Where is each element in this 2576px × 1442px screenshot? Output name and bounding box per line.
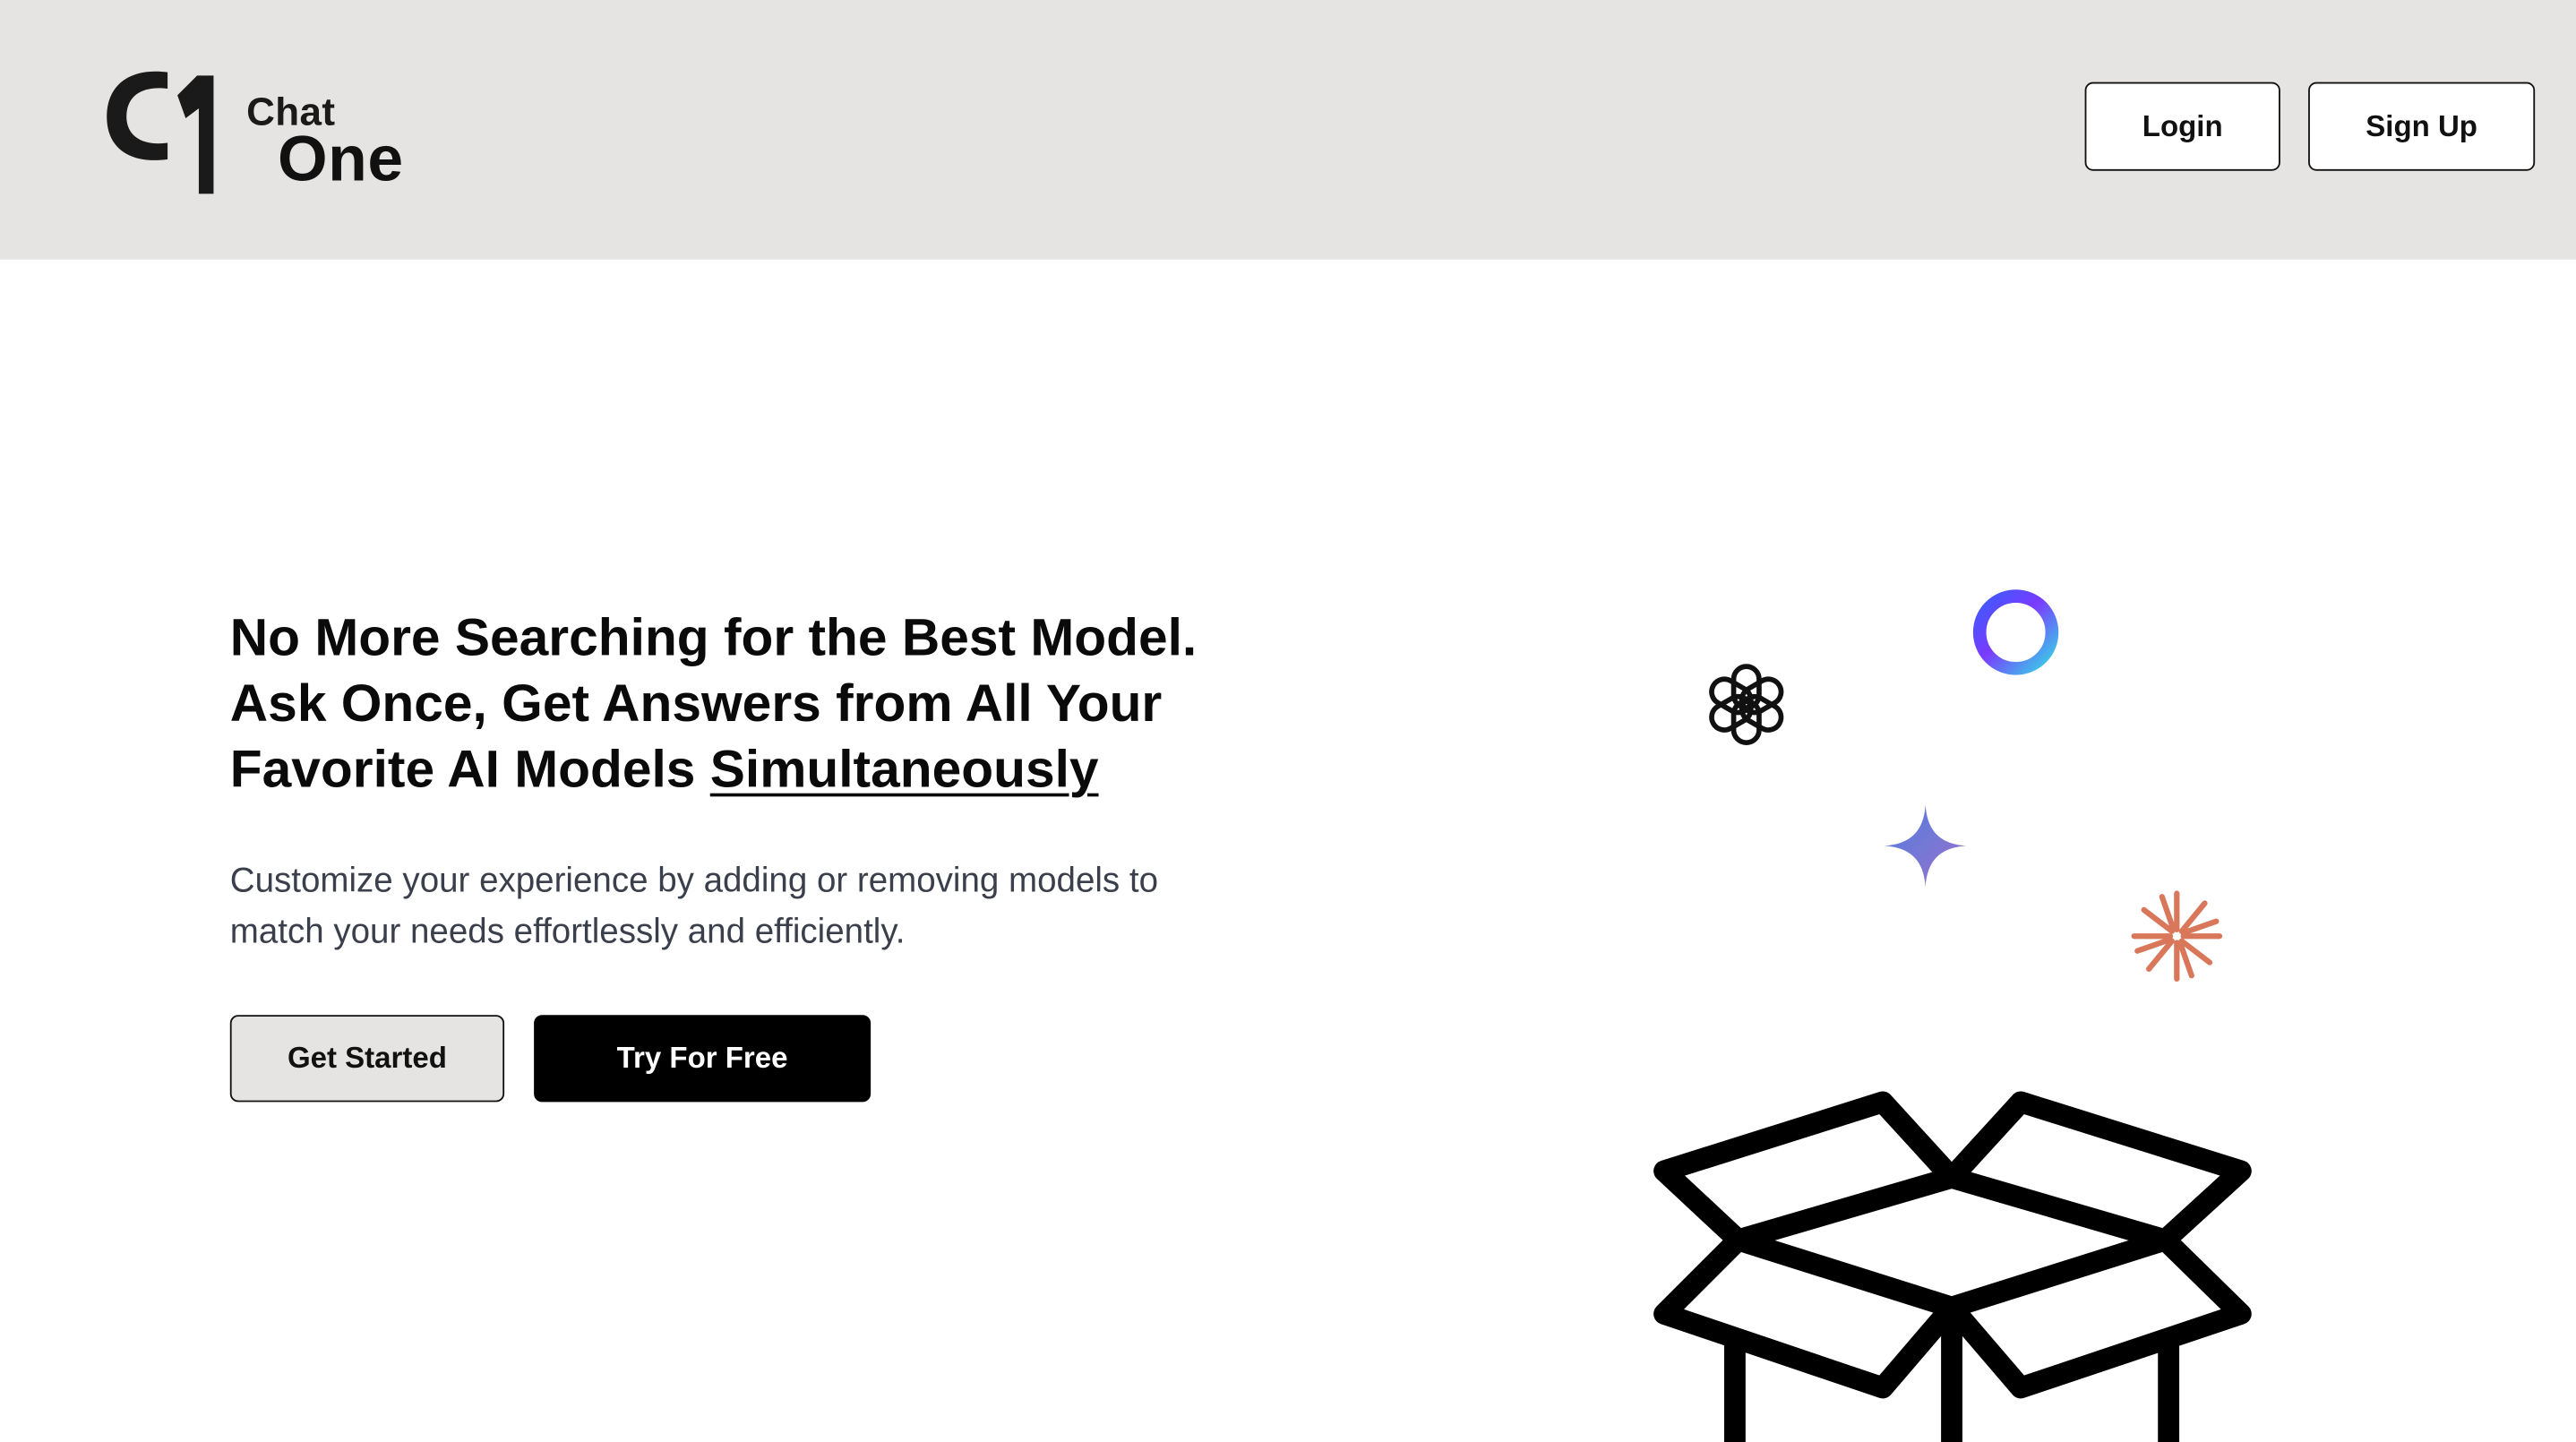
hero-title-line-3: Favorite AI Models Simultaneously	[230, 735, 1380, 801]
sparkle-icon	[1884, 804, 1967, 888]
asterisk-icon	[2131, 890, 2223, 983]
logo-mark-icon	[107, 71, 214, 194]
hero-subtitle: Customize your experience by adding or r…	[230, 855, 1347, 957]
hero-title: No More Searching for the Best Model. As…	[230, 605, 1380, 802]
try-for-free-button[interactable]: Try For Free	[534, 1015, 872, 1103]
hero-subtitle-line-1: Customize your experience by adding or r…	[229, 862, 1159, 900]
signup-button[interactable]: Sign Up	[2308, 82, 2536, 171]
hero-title-line-1: No More Searching for the Best Model.	[229, 607, 1198, 667]
hero-subtitle-line-2: match your needs effortlessly and effici…	[229, 913, 906, 951]
hero-title-line-2: Ask Once, Get Answers from All Your	[229, 673, 1163, 733]
openai-icon	[1709, 664, 1784, 746]
logo-one-text: One	[277, 124, 404, 196]
get-started-button[interactable]: Get Started	[229, 1015, 505, 1103]
login-button[interactable]: Login	[2084, 82, 2280, 171]
logo[interactable]: Chat One	[102, 63, 447, 204]
landing-page: Chat One Login Sign Up No More Searching…	[0, 0, 2576, 1442]
hero-title-emphasis: Simultaneously	[709, 739, 1099, 799]
ring-icon	[1972, 589, 2059, 675]
open-box-icon	[1653, 1091, 2252, 1442]
top-header: Chat One Login Sign Up	[0, 0, 2576, 260]
hero-title-line-3-prefix: Favorite AI Models	[229, 739, 710, 799]
